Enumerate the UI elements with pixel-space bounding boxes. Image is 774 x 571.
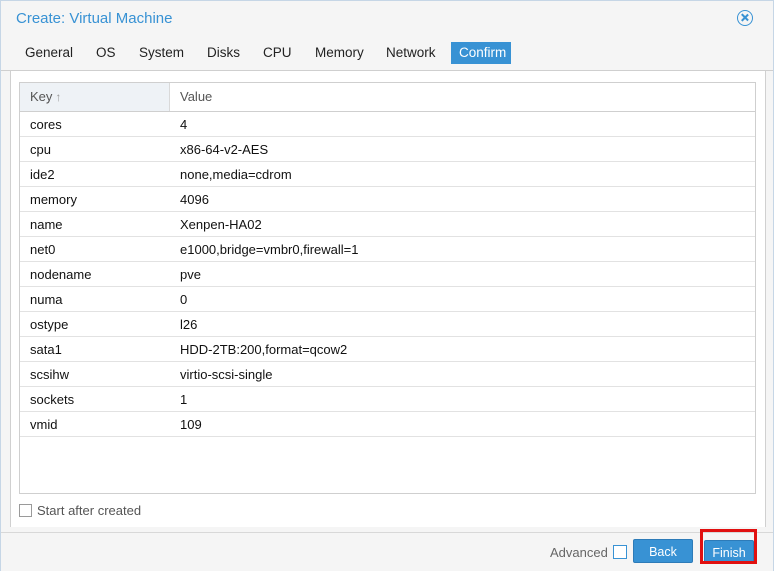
row-value: 109 <box>180 417 202 432</box>
start-after-created-option[interactable]: Start after created <box>19 503 141 519</box>
row-key: memory <box>30 192 77 207</box>
table-row[interactable]: ide2 none,media=cdrom <box>20 162 755 187</box>
row-value: pve <box>180 267 201 282</box>
table-row[interactable]: name Xenpen-HA02 <box>20 212 755 237</box>
advanced-label[interactable]: Advanced <box>550 545 608 560</box>
table-row[interactable]: vmid 109 <box>20 412 755 437</box>
table-row[interactable]: cores 4 <box>20 112 755 137</box>
tab-disks[interactable]: Disks <box>199 42 248 64</box>
close-icon[interactable] <box>737 10 753 26</box>
row-value: x86-64-v2-AES <box>180 142 269 157</box>
start-after-created-checkbox[interactable] <box>19 504 32 517</box>
row-value: 4 <box>180 117 188 132</box>
row-key: sockets <box>30 392 75 407</box>
tab-system[interactable]: System <box>131 42 192 64</box>
row-key: sata1 <box>30 342 62 357</box>
table-row[interactable]: cpu x86-64-v2-AES <box>20 137 755 162</box>
table-row[interactable]: ostype l26 <box>20 312 755 337</box>
row-value: HDD-2TB:200,format=qcow2 <box>180 342 348 357</box>
column-header-value[interactable]: Value <box>170 83 755 111</box>
tab-os[interactable]: OS <box>88 42 124 64</box>
row-value: 0 <box>180 292 188 307</box>
start-after-created-label: Start after created <box>37 503 142 518</box>
table-row[interactable]: sata1 HDD-2TB:200,format=qcow2 <box>20 337 755 362</box>
tab-cpu[interactable]: CPU <box>255 42 300 64</box>
row-key: nodename <box>30 267 92 282</box>
advanced-checkbox[interactable] <box>613 545 627 559</box>
row-value: e1000,bridge=vmbr0,firewall=1 <box>180 242 359 257</box>
column-header-key[interactable]: Key ↑ <box>20 83 170 111</box>
table-row[interactable]: sockets 1 <box>20 387 755 412</box>
summary-grid: Key ↑ Value cores 4 cpu x86-64-v2-AES ide2 n… <box>19 82 756 494</box>
row-key: cpu <box>30 142 51 157</box>
row-key: ostype <box>30 317 69 332</box>
dialog-titlebar: Create: Virtual Machine <box>1 1 773 36</box>
finish-button[interactable]: Finish <box>704 540 754 564</box>
row-key: name <box>30 217 63 232</box>
row-value: 1 <box>180 392 188 407</box>
row-key: scsihw <box>30 367 70 382</box>
row-key: net0 <box>30 242 56 257</box>
table-row[interactable]: nodename pve <box>20 262 755 287</box>
row-value: l26 <box>180 317 198 332</box>
row-value: 4096 <box>180 192 209 207</box>
column-header-key-label: Key <box>30 89 53 104</box>
row-key: vmid <box>30 417 58 432</box>
dialog-footer: Advanced Back Finish <box>1 532 773 571</box>
table-row[interactable]: net0 e1000,bridge=vmbr0,firewall=1 <box>20 237 755 262</box>
row-key: cores <box>30 117 62 132</box>
grid-rows: cores 4 cpu x86-64-v2-AES ide2 none,media=c… <box>20 112 755 437</box>
tab-general[interactable]: General <box>17 42 81 64</box>
arrow-up-icon: ↑ <box>55 90 62 104</box>
row-value: virtio-scsi-single <box>180 367 273 382</box>
back-button[interactable]: Back <box>633 539 693 563</box>
table-row[interactable]: scsihw virtio-scsi-single <box>20 362 755 387</box>
create-vm-dialog: Create: Virtual Machine General OS Syste… <box>0 0 774 571</box>
table-row[interactable]: memory 4096 <box>20 187 755 212</box>
grid-header: Key ↑ Value <box>20 83 755 112</box>
tab-memory[interactable]: Memory <box>307 42 372 64</box>
column-header-value-label: Value <box>180 89 213 104</box>
tab-confirm[interactable]: Confirm <box>451 42 511 64</box>
table-row[interactable]: numa 0 <box>20 287 755 312</box>
wizard-tabs: General OS System Disks CPU Memory Netwo… <box>1 36 773 71</box>
row-key: numa <box>30 292 63 307</box>
confirm-panel: Key ↑ Value cores 4 cpu x86-64-v2-AES ide2 n… <box>10 71 766 527</box>
row-key: ide2 <box>30 167 55 182</box>
dialog-title: Create: Virtual Machine <box>16 10 173 27</box>
tab-network[interactable]: Network <box>378 42 444 64</box>
row-value: none,media=cdrom <box>180 167 292 182</box>
row-value: Xenpen-HA02 <box>180 217 262 232</box>
